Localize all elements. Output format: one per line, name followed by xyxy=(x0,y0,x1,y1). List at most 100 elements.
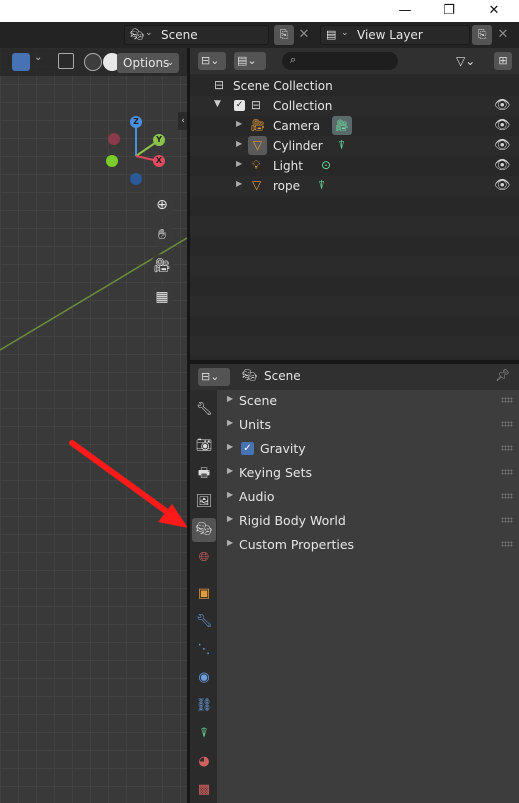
outliner-header: ⊟⌄ ▤⌄ ⌕ ▽⌄ ⊞ xyxy=(190,48,519,74)
collapsed-arrow-icon: ▶ xyxy=(227,514,234,523)
expand-arrow-icon[interactable]: ▶ xyxy=(236,139,242,148)
maximize-button[interactable]: ❐ xyxy=(427,0,471,22)
drag-handle-icon[interactable] xyxy=(501,445,513,451)
eye-icon[interactable]: 👁︎ xyxy=(494,178,511,193)
panel-units[interactable]: ▶ Units xyxy=(219,414,519,436)
window-titlebar: — ❐ ✕ xyxy=(0,0,519,22)
new-view-layer-button[interactable]: ⎘ xyxy=(472,25,492,45)
outliner-row-camera[interactable]: ▶ 🎥︎ Camera 🎥︎ 👁︎ xyxy=(190,116,519,136)
panel-custom-properties[interactable]: ▶ Custom Properties xyxy=(219,534,519,556)
close-window-button[interactable]: ✕ xyxy=(472,0,516,22)
delete-view-layer-button[interactable]: ✕ xyxy=(494,25,512,45)
new-collection-icon[interactable]: ⊞ xyxy=(494,52,512,70)
editor-type-icon[interactable]: ⊟⌄ xyxy=(198,52,226,70)
view-layer-icon: ▤ xyxy=(326,28,337,41)
outliner-row-rope[interactable]: ▶ ▽ rope ⍒ 👁︎ xyxy=(190,176,519,196)
mesh-data-tab-icon[interactable]: ⍒ xyxy=(192,722,216,746)
panel-label: Rigid Body World xyxy=(239,513,346,528)
delete-scene-button[interactable]: ✕ xyxy=(295,25,313,45)
collection-label: Collection xyxy=(273,99,333,113)
outliner-row-cylinder[interactable]: ▶ ▽ Cylinder ⍒ 👁︎ xyxy=(190,136,519,156)
panel-audio[interactable]: ▶ Audio xyxy=(219,486,519,508)
panel-keying-sets[interactable]: ▶ Keying Sets xyxy=(219,462,519,484)
texture-tab-icon[interactable]: ▩ xyxy=(192,778,216,802)
properties-context-label: Scene xyxy=(264,369,301,383)
outliner-empty-row xyxy=(190,256,519,276)
view-layer-name: View Layer xyxy=(357,28,423,42)
expand-arrow-icon[interactable]: ▶ xyxy=(236,179,242,188)
view-layer-selector[interactable]: ▤ ⌄ View Layer xyxy=(320,25,470,45)
collapsed-arrow-icon: ▶ xyxy=(227,442,234,451)
search-icon: ⌕ xyxy=(290,53,297,66)
3d-viewport[interactable]: ⌄ ⌄ Options⌄ ‹ Z Y X ⊕ ✋︎ 🎥︎ ▦ xyxy=(0,48,187,803)
world-tab-icon[interactable]: 🌐︎ xyxy=(192,546,216,570)
drag-handle-icon[interactable] xyxy=(501,421,513,427)
drag-handle-icon[interactable] xyxy=(501,541,513,547)
outliner-search-input[interactable]: ⌕ xyxy=(282,52,398,70)
camera-data-icon[interactable]: 🎥︎ xyxy=(332,116,352,135)
red-arrow-annotation xyxy=(69,440,187,528)
collapsed-arrow-icon: ▶ xyxy=(227,466,234,475)
output-tab-icon[interactable]: 🖶︎ xyxy=(192,462,216,486)
expand-arrow-icon[interactable]: ▶ xyxy=(236,159,242,168)
material-tab-icon[interactable]: ◕ xyxy=(192,750,216,774)
minimize-button[interactable]: — xyxy=(383,0,427,22)
scene-tab-icon[interactable]: 🎭︎ xyxy=(192,518,216,542)
outliner-empty-row xyxy=(190,336,519,356)
chevron-down-icon: ⌄ xyxy=(341,28,349,38)
light-object-icon: 💡︎ xyxy=(252,158,261,172)
panel-rigid-body-world[interactable]: ▶ Rigid Body World xyxy=(219,510,519,532)
outliner-empty-row xyxy=(190,316,519,336)
panel-scene[interactable]: ▶ Scene xyxy=(219,390,519,412)
outliner-row-light[interactable]: ▶ 💡︎ Light ⊙ 👁︎ xyxy=(190,156,519,176)
outliner-empty-row xyxy=(190,216,519,236)
editor-type-icon[interactable]: ⊟⌄ xyxy=(198,368,230,386)
outliner-panel: ⊟⌄ ▤⌄ ⌕ ▽⌄ ⊞ ⊟ Scene Collection ▼ ✓ ⊟ Co… xyxy=(190,48,519,360)
outliner-empty-row xyxy=(190,196,519,216)
outliner-row-scene-collection[interactable]: ⊟ Scene Collection xyxy=(190,76,519,96)
collapsed-arrow-icon: ▶ xyxy=(227,418,234,427)
mesh-data-icon[interactable]: ⍒ xyxy=(318,178,325,193)
object-label: Light xyxy=(273,159,303,173)
new-scene-button[interactable]: ⎘ xyxy=(274,25,294,45)
display-mode-icon[interactable]: ▤⌄ xyxy=(234,52,266,70)
expand-arrow-icon[interactable]: ▼ xyxy=(214,99,221,109)
filter-icon[interactable]: ▽⌄ xyxy=(456,52,488,70)
eye-icon[interactable]: 👁︎ xyxy=(494,98,511,113)
scene-icon: 🎭︎ xyxy=(130,28,144,41)
chevron-down-icon: ⌄ xyxy=(145,28,153,38)
expand-arrow-icon[interactable]: ▶ xyxy=(236,119,242,128)
outliner-empty-row xyxy=(190,296,519,316)
mesh-data-icon[interactable]: ⍒ xyxy=(338,138,345,153)
eye-icon[interactable]: 👁︎ xyxy=(494,118,511,133)
drag-handle-icon[interactable] xyxy=(501,517,513,523)
drag-handle-icon[interactable] xyxy=(501,469,513,475)
mesh-object-icon: ▽ xyxy=(252,178,262,192)
particles-tab-icon[interactable]: ⋱ xyxy=(192,638,216,662)
scene-selector[interactable]: 🎭︎ ⌄ Scene xyxy=(124,25,269,45)
gravity-checkbox[interactable]: ✓ xyxy=(241,442,254,455)
drag-handle-icon[interactable] xyxy=(501,397,513,403)
eye-icon[interactable]: 👁︎ xyxy=(494,158,511,173)
pin-icon[interactable]: 📌︎ xyxy=(495,368,510,382)
view-layer-tab-icon[interactable]: 🖼︎ xyxy=(192,490,216,514)
object-tab-icon[interactable]: ▣ xyxy=(192,582,216,606)
outliner-row-collection[interactable]: ▼ ✓ ⊟ Collection 👁︎ xyxy=(190,96,519,116)
light-data-icon[interactable]: ⊙ xyxy=(321,158,331,172)
eye-icon[interactable]: 👁︎ xyxy=(494,138,511,153)
panel-gravity[interactable]: ▶ ✓ Gravity xyxy=(219,438,519,460)
tool-tab-icon[interactable]: 🔧︎ xyxy=(192,398,216,422)
scene-name: Scene xyxy=(161,28,198,42)
drag-handle-icon[interactable] xyxy=(501,493,513,499)
panel-label: Custom Properties xyxy=(239,537,355,552)
physics-tab-icon[interactable]: ◉ xyxy=(192,666,216,690)
modifier-tab-icon[interactable]: 🔧︎ xyxy=(192,610,216,634)
top-bar: 🎭︎ ⌄ Scene ⎘ ✕ ▤ ⌄ View Layer ⎘ ✕ xyxy=(0,22,519,48)
scene-collection-label: Scene Collection xyxy=(233,79,333,93)
object-label: Camera xyxy=(273,119,321,133)
render-tab-icon[interactable]: 📷︎ xyxy=(192,434,216,458)
panel-label: Audio xyxy=(239,489,275,504)
checkbox-icon[interactable]: ✓ xyxy=(234,100,245,111)
constraints-tab-icon[interactable]: ⛓︎ xyxy=(192,694,216,718)
object-label: rope xyxy=(273,179,301,193)
